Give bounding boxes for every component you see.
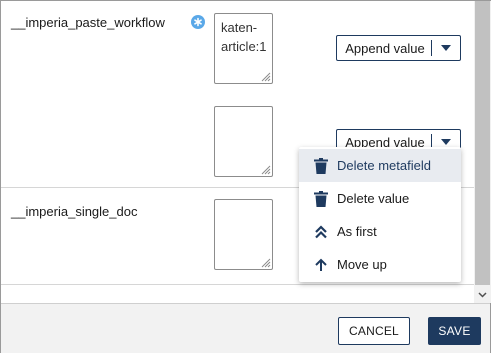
scroll-down-button[interactable] [474,286,491,303]
resize-handle-icon[interactable] [260,71,271,82]
resize-handle-icon[interactable] [260,257,271,268]
append-options-toggle[interactable] [432,36,460,60]
resize-handle-icon[interactable] [260,164,271,175]
dialog-footer: CANCEL SAVE [1,303,490,353]
metafield-dialog: __imperia_paste_workflow katen-article:1 [0,0,491,353]
asterisk-icon [194,17,202,27]
menu-item-label: Move up [337,257,387,272]
info-icon[interactable] [191,15,205,29]
menu-item-move-up[interactable]: Move up [299,248,461,281]
double-chevron-up-icon [313,224,329,240]
caret-down-icon [441,139,451,145]
append-value-split-button: Append value [336,35,461,61]
row-divider [1,284,474,285]
field-label-single-doc: __imperia_single_doc [11,204,138,219]
menu-item-label: As first [337,224,377,239]
textarea-value: katen-article:1 [221,20,267,54]
save-button[interactable]: SAVE [428,317,481,345]
value-options-menu: Delete metafield Delete value As first M… [299,147,461,282]
menu-item-label: Delete metafield [337,158,431,173]
value-textarea[interactable] [214,106,273,177]
chevron-down-icon [478,291,487,298]
menu-item-delete-metafield[interactable]: Delete metafield [299,149,461,182]
trash-icon [313,157,329,174]
menu-item-delete-value[interactable]: Delete value [299,182,461,215]
caret-down-icon [441,45,451,51]
vertical-scrollbar[interactable] [474,1,491,303]
field-label-paste-workflow: __imperia_paste_workflow [11,15,165,30]
trash-icon [313,190,329,207]
arrow-up-icon [313,257,329,273]
value-textarea[interactable]: katen-article:1 [214,13,273,84]
append-value-button[interactable]: Append value [337,36,431,60]
menu-item-label: Delete value [337,191,410,206]
scrollbar-thumb[interactable] [475,1,490,285]
menu-item-as-first[interactable]: As first [299,215,461,248]
value-textarea[interactable] [214,199,273,270]
cancel-button[interactable]: CANCEL [338,317,410,345]
